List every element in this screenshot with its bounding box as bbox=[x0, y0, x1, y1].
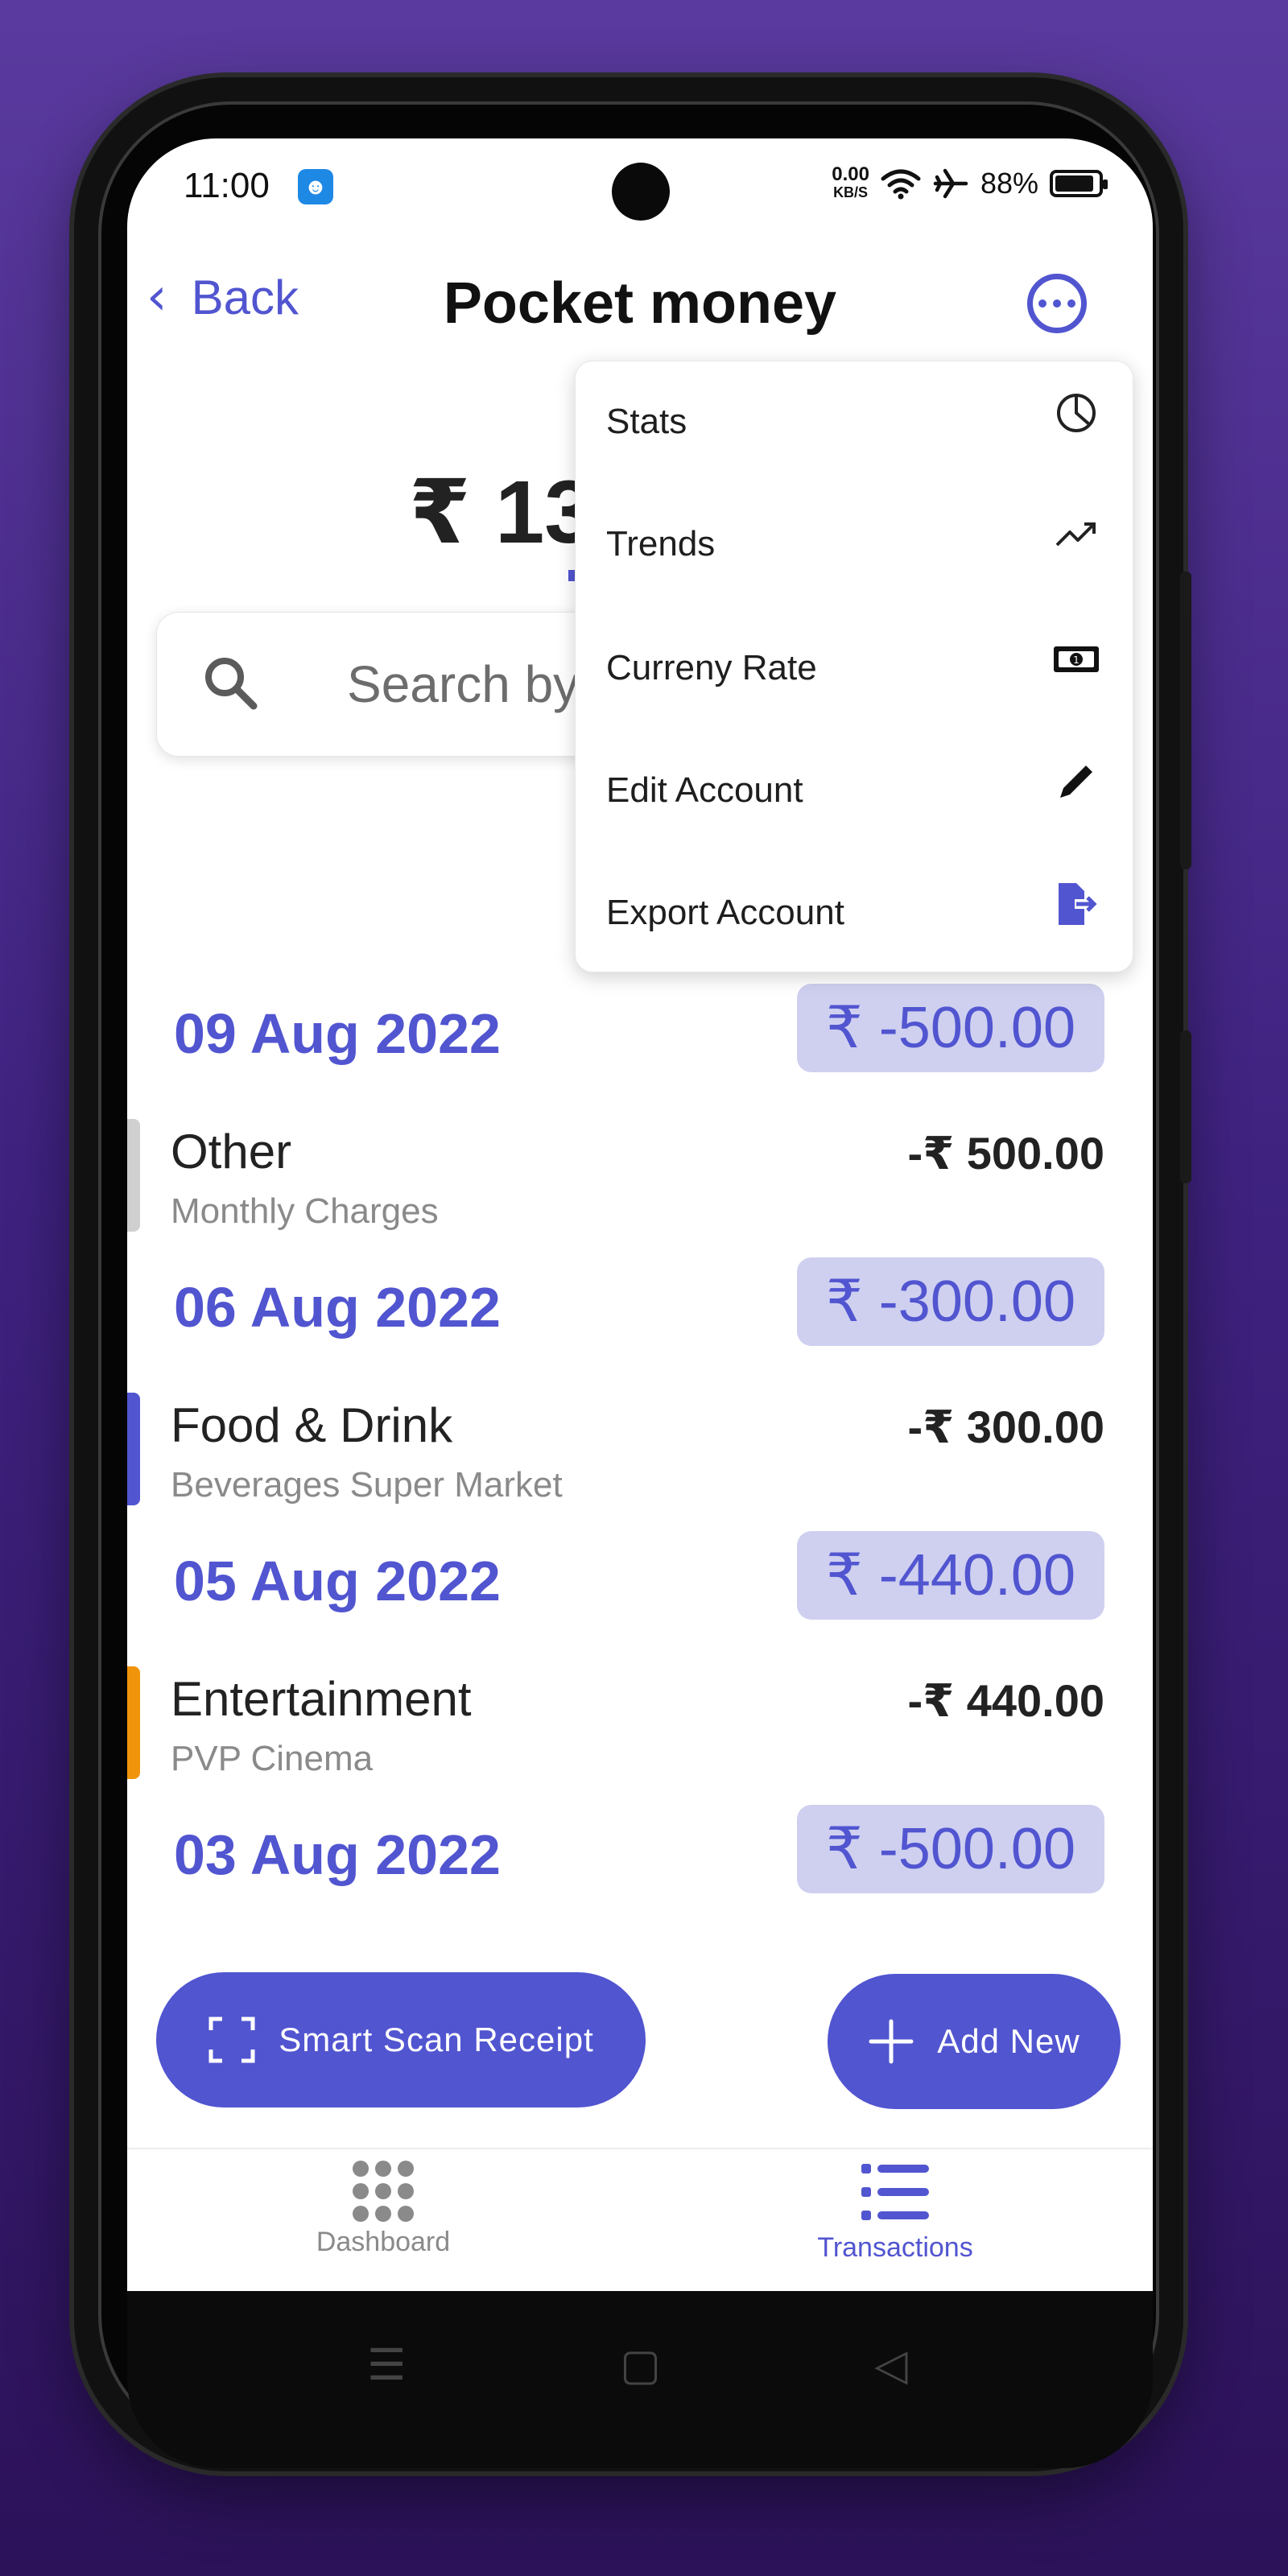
transaction-row[interactable]: Food & Drink Beverages Super Market -₹ 3… bbox=[127, 1393, 1153, 1530]
menu-item-trends[interactable]: Trends bbox=[576, 484, 1133, 605]
day-date: 06 Aug 2022 bbox=[174, 1276, 501, 1339]
day-total-badge: ₹ -500.00 bbox=[796, 984, 1104, 1072]
trending-up-icon bbox=[1055, 522, 1096, 547]
day-date: 03 Aug 2022 bbox=[174, 1823, 501, 1886]
day-header: 06 Aug 2022 ₹ -300.00 bbox=[127, 1257, 1153, 1354]
menu-item-label: Stats bbox=[606, 402, 687, 441]
volume-button bbox=[1180, 572, 1191, 869]
power-button bbox=[1180, 1030, 1191, 1183]
category-color-bar bbox=[127, 1393, 140, 1505]
home-icon[interactable]: ▢ bbox=[620, 2339, 661, 2390]
menu-item-export-account[interactable]: Export Account bbox=[576, 852, 1133, 973]
system-navigation-bar: ☰ ▢ ◁ bbox=[127, 2291, 1153, 2468]
scan-icon bbox=[208, 2017, 255, 2063]
more-dot bbox=[1038, 299, 1046, 308]
airplane-icon bbox=[933, 168, 968, 199]
transaction-amount: -₹ 500.00 bbox=[907, 1128, 1104, 1179]
wifi-icon bbox=[881, 169, 921, 200]
more-dot bbox=[1053, 299, 1061, 308]
tab-label: Transactions bbox=[817, 2232, 973, 2263]
menu-item-label: Trends bbox=[606, 524, 716, 564]
scan-button-label: Smart Scan Receipt bbox=[279, 2021, 594, 2058]
transaction-category: Food & Drink bbox=[171, 1398, 453, 1452]
status-indicators: 0.00 KB/S 88% bbox=[832, 163, 1108, 201]
day-header: 03 Aug 2022 ₹ -500.00 bbox=[127, 1805, 1153, 1901]
day-header: 05 Aug 2022 ₹ -440.00 bbox=[127, 1531, 1153, 1628]
transaction-category: Other bbox=[171, 1125, 292, 1179]
day-total-badge: ₹ -300.00 bbox=[796, 1257, 1104, 1346]
menu-item-stats[interactable]: Stats bbox=[576, 361, 1133, 482]
app-notification-icon: ☻ bbox=[298, 169, 333, 204]
battery-icon bbox=[1050, 170, 1108, 197]
tab-transactions[interactable]: Transactions bbox=[766, 2161, 1024, 2264]
transaction-amount: -₹ 440.00 bbox=[907, 1675, 1104, 1726]
options-menu: Stats Trends Curreny Rate 1 Edit Account… bbox=[575, 361, 1133, 972]
network-speed: 0.00 KB/S bbox=[832, 163, 869, 201]
pie-chart-icon bbox=[1057, 394, 1096, 432]
menu-item-label: Export Account bbox=[606, 893, 844, 932]
smart-scan-receipt-button[interactable]: Smart Scan Receipt bbox=[156, 1972, 646, 2107]
back-triangle-icon[interactable]: ◁ bbox=[874, 2339, 908, 2390]
plus-icon bbox=[869, 2019, 914, 2064]
app-header: ‹ Back Pocket money bbox=[127, 235, 1153, 364]
transaction-description: Beverages Super Market bbox=[171, 1465, 563, 1505]
add-new-button[interactable]: Add New bbox=[828, 1974, 1121, 2109]
menu-item-edit-account[interactable]: Edit Account bbox=[576, 730, 1133, 851]
menu-item-label: Curreny Rate bbox=[606, 648, 817, 687]
page-title: Pocket money bbox=[443, 271, 837, 336]
bottom-tab-bar: Dashboard Transactions bbox=[127, 2148, 1153, 2291]
network-speed-unit: KB/S bbox=[833, 184, 869, 200]
list-icon bbox=[861, 2164, 929, 2220]
day-header: 09 Aug 2022 ₹ -500.00 bbox=[127, 984, 1153, 1080]
pencil-icon bbox=[1060, 766, 1092, 798]
day-total-badge: ₹ -440.00 bbox=[796, 1531, 1104, 1620]
dashboard-grid-icon bbox=[254, 2161, 512, 2222]
file-export-icon bbox=[1059, 883, 1097, 925]
menu-icon[interactable]: ☰ bbox=[367, 2339, 406, 2390]
transaction-row[interactable]: Other Monthly Charges -₹ 500.00 bbox=[127, 1119, 1153, 1256]
category-color-bar bbox=[127, 1119, 140, 1232]
add-button-label: Add New bbox=[937, 2022, 1080, 2060]
category-color-bar bbox=[127, 1666, 140, 1779]
search-icon bbox=[205, 658, 258, 710]
more-dot bbox=[1067, 299, 1075, 308]
battery-level bbox=[1055, 175, 1093, 192]
transaction-description: PVP Cinema bbox=[171, 1739, 374, 1778]
app-screen: 11:00 ☻ 0.00 KB/S 88% ‹ Back Pocket mone… bbox=[127, 138, 1153, 2291]
more-options-button[interactable] bbox=[1027, 274, 1087, 333]
transaction-category: Entertainment bbox=[171, 1672, 472, 1726]
day-date: 05 Aug 2022 bbox=[174, 1550, 501, 1612]
day-date: 09 Aug 2022 bbox=[174, 1002, 501, 1065]
account-balance: ₹ 13 bbox=[409, 463, 594, 562]
battery-percentage: 88% bbox=[980, 167, 1038, 200]
tab-label: Dashboard bbox=[316, 2227, 451, 2257]
svg-text:1: 1 bbox=[1073, 654, 1080, 666]
banknote-icon: 1 bbox=[1054, 646, 1099, 672]
transaction-amount: -₹ 300.00 bbox=[907, 1402, 1104, 1452]
tab-dashboard[interactable]: Dashboard bbox=[254, 2161, 512, 2258]
network-speed-value: 0.00 bbox=[832, 163, 869, 185]
transaction-row[interactable]: Entertainment PVP Cinema -₹ 440.00 bbox=[127, 1666, 1153, 1803]
day-total-badge: ₹ -500.00 bbox=[796, 1805, 1104, 1893]
transaction-description: Monthly Charges bbox=[171, 1191, 439, 1231]
status-bar: 11:00 ☻ 0.00 KB/S 88% bbox=[127, 138, 1153, 235]
menu-item-label: Edit Account bbox=[606, 770, 803, 810]
menu-item-currency-rate[interactable]: Curreny Rate 1 bbox=[576, 608, 1133, 729]
front-camera bbox=[612, 163, 670, 221]
status-time: 11:00 bbox=[184, 166, 270, 205]
